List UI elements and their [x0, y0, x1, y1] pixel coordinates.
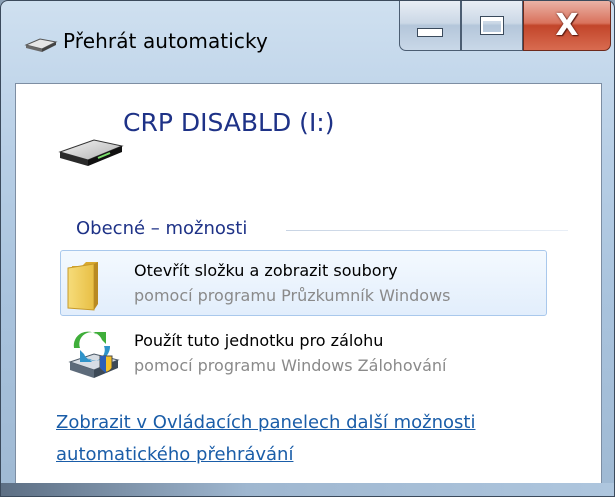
folder-icon — [67, 262, 98, 311]
removable-drive-icon — [58, 139, 124, 166]
minimize-icon — [417, 28, 443, 37]
window-title: Přehrát automaticky — [63, 29, 268, 53]
minimize-button[interactable] — [399, 1, 461, 51]
backup-icon — [68, 331, 120, 378]
option-backup-subtitle: pomocí programu Windows Zálohování — [134, 356, 447, 375]
option-open-folder[interactable]: Otevřít složku a zobrazit soubory pomocí… — [60, 250, 547, 316]
autoplay-window: Přehrát automaticky X CRP DISABLD (I:) O… — [0, 0, 615, 497]
dialog-content: CRP DISABLD (I:) Obecné – možnosti Otevř… — [15, 83, 602, 485]
section-divider — [286, 230, 568, 231]
close-icon: X — [555, 7, 579, 43]
control-panel-link-continuation[interactable]: automatického přehrávání — [56, 444, 293, 465]
window-bottom-frame — [1, 483, 614, 496]
option-backup-title: Použít tuto jednotku pro zálohu — [134, 331, 384, 350]
option-backup[interactable]: Použít tuto jednotku pro zálohu pomocí p… — [60, 320, 547, 386]
option-open-folder-title: Otevřít složku a zobrazit soubory — [134, 261, 398, 280]
caption-buttons: X — [399, 1, 611, 53]
section-heading: Obecné – možnosti — [76, 218, 248, 239]
option-open-folder-subtitle: pomocí programu Průzkumník Windows — [134, 286, 451, 305]
control-panel-link[interactable]: Zobrazit v Ovládacích panelech další mož… — [56, 412, 475, 433]
title-bar[interactable]: Přehrát automaticky X — [1, 1, 614, 83]
maximize-icon — [480, 16, 504, 35]
drive-name: CRP DISABLD (I:) — [123, 108, 335, 137]
autoplay-drive-icon — [24, 38, 58, 52]
maximize-button[interactable] — [461, 1, 523, 51]
close-button[interactable]: X — [523, 1, 611, 51]
